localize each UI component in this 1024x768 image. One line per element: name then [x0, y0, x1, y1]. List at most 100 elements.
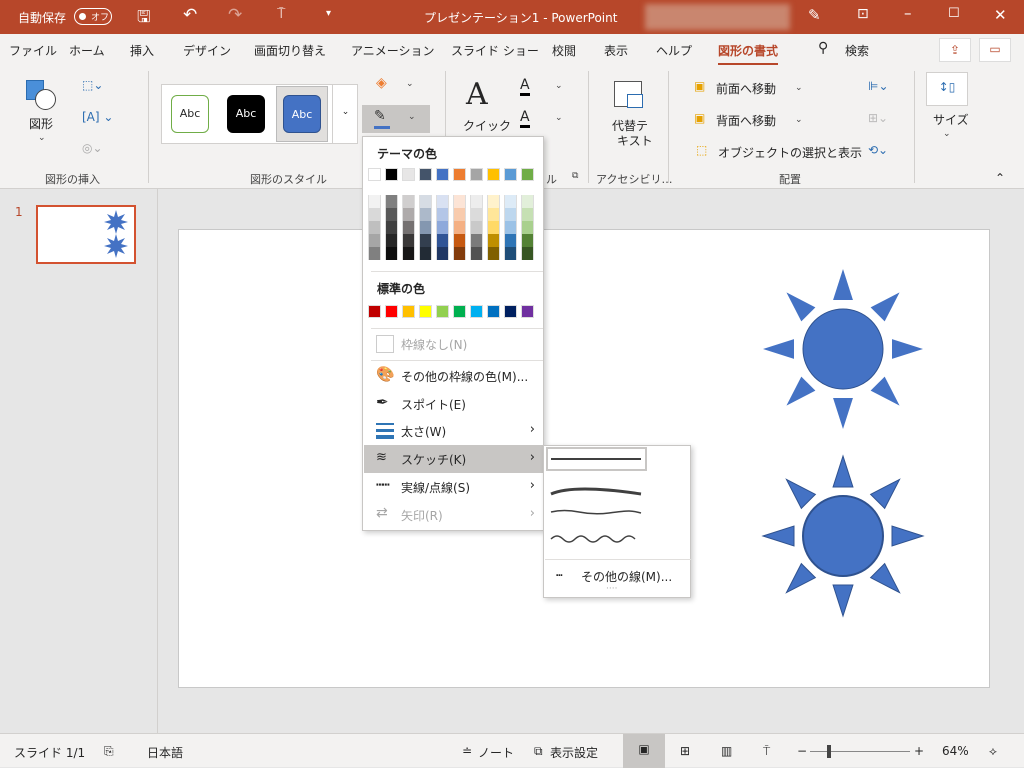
theme-shade-swatch[interactable] — [385, 195, 398, 208]
standard-color-swatch[interactable] — [436, 305, 449, 318]
theme-shade-swatch[interactable] — [487, 195, 500, 208]
theme-shade-swatch[interactable] — [368, 195, 381, 208]
menu-item-no-outline[interactable]: 枠線なし(N) — [364, 330, 543, 358]
tab-slideshow[interactable]: スライド ショー — [451, 42, 539, 59]
menu-item-more-colors[interactable]: 🎨 その他の枠線の色(M)... — [364, 362, 543, 390]
theme-shade-swatch[interactable] — [436, 221, 449, 234]
undo-icon[interactable]: ↶ — [183, 5, 197, 25]
more-lines-button[interactable]: その他の線(M)... — [581, 568, 672, 585]
standard-color-swatch[interactable] — [385, 305, 398, 318]
theme-shade-swatch[interactable] — [436, 208, 449, 221]
pen-icon[interactable]: ✎ — [808, 6, 821, 24]
merge-shapes-icon[interactable]: ◎⌄ — [82, 141, 103, 155]
display-settings-icon[interactable]: ⧉ — [534, 744, 543, 759]
size-button[interactable]: サイズ — [933, 111, 969, 128]
theme-shade-swatch[interactable] — [368, 221, 381, 234]
theme-shade-swatch[interactable] — [419, 208, 432, 221]
bring-forward-icon[interactable]: ▣ — [694, 79, 705, 93]
theme-shade-swatch[interactable] — [521, 247, 534, 260]
notes-button[interactable]: ノート — [478, 744, 514, 761]
comments-icon[interactable]: ▭ — [979, 38, 1011, 62]
zoom-in-button[interactable]: + — [914, 744, 924, 758]
standard-color-swatch[interactable] — [402, 305, 415, 318]
theme-shade-swatch[interactable] — [385, 234, 398, 247]
zoom-slider-thumb[interactable] — [826, 745, 831, 758]
slide-thumbnail[interactable] — [36, 205, 136, 264]
normal-view-icon[interactable]: ▣ — [623, 734, 665, 768]
theme-shade-swatch[interactable] — [521, 208, 534, 221]
tab-design[interactable]: デザイン — [183, 42, 231, 59]
theme-shade-swatch[interactable] — [402, 195, 415, 208]
quick-styles-label[interactable]: クイック — [463, 117, 511, 134]
rotate-icon[interactable]: ⟲⌄ — [868, 143, 888, 157]
theme-shade-swatch[interactable] — [453, 208, 466, 221]
group-objects-icon[interactable]: ⊞⌄ — [868, 111, 888, 125]
theme-color-swatch[interactable] — [436, 168, 449, 181]
shapes-icon[interactable] — [26, 80, 56, 112]
theme-shade-swatch[interactable] — [436, 247, 449, 260]
theme-color-swatch[interactable] — [402, 168, 415, 181]
theme-shade-swatch[interactable] — [436, 234, 449, 247]
theme-color-swatch[interactable] — [368, 168, 381, 181]
selection-pane-icon[interactable]: ⬚ — [696, 143, 707, 157]
theme-shade-swatch[interactable] — [436, 195, 449, 208]
theme-color-swatch[interactable] — [521, 168, 534, 181]
autosave-toggle[interactable]: オフ — [74, 8, 112, 25]
tab-insert[interactable]: 挿入 — [130, 42, 154, 59]
style-sample-blue[interactable]: Abc — [283, 95, 321, 133]
share-icon[interactable]: ⇪ — [939, 38, 971, 62]
theme-shade-swatch[interactable] — [419, 195, 432, 208]
theme-shade-swatch[interactable] — [504, 234, 517, 247]
sun-shape-sketch[interactable] — [761, 454, 925, 618]
tab-home[interactable]: ホーム — [69, 42, 105, 59]
theme-shade-swatch[interactable] — [453, 234, 466, 247]
theme-shade-swatch[interactable] — [521, 221, 534, 234]
shapes-label[interactable]: 図形 — [29, 115, 53, 132]
reading-view-icon[interactable]: ▥ — [721, 744, 732, 758]
align-icon[interactable]: ⊫⌄ — [868, 79, 889, 93]
theme-color-swatch[interactable] — [504, 168, 517, 181]
search-icon[interactable]: ⚲ — [818, 40, 828, 56]
theme-shade-swatch[interactable] — [368, 247, 381, 260]
notes-icon[interactable]: ≐ — [462, 744, 472, 758]
theme-shade-swatch[interactable] — [419, 247, 432, 260]
theme-shade-swatch[interactable] — [504, 195, 517, 208]
accessibility-check-icon[interactable]: ⎘ — [104, 744, 114, 759]
theme-shade-swatch[interactable] — [521, 195, 534, 208]
shape-outline-button[interactable]: ✎ ⌄ — [362, 105, 430, 133]
tab-animations[interactable]: アニメーション — [351, 42, 435, 59]
theme-shade-swatch[interactable] — [402, 221, 415, 234]
theme-color-swatch[interactable] — [419, 168, 432, 181]
theme-shade-swatch[interactable] — [487, 247, 500, 260]
present-icon[interactable]: ⍑ — [277, 6, 285, 22]
standard-color-swatch[interactable] — [368, 305, 381, 318]
bring-forward-button[interactable]: 前面へ移動 — [716, 80, 776, 97]
theme-shade-swatch[interactable] — [470, 208, 483, 221]
size-icon[interactable]: ↕▯ — [926, 72, 968, 106]
maximize-icon[interactable]: ☐ — [948, 6, 960, 21]
theme-shade-swatch[interactable] — [385, 208, 398, 221]
theme-shade-swatch[interactable] — [504, 221, 517, 234]
slideshow-view-icon[interactable]: ⍑ — [763, 744, 770, 759]
quick-styles-icon[interactable]: A — [466, 77, 488, 112]
theme-shade-swatch[interactable] — [402, 234, 415, 247]
style-sample-black[interactable]: Abc — [227, 95, 265, 133]
menu-item-dashes[interactable]: ┅┅ 実線/点線(S) › — [364, 473, 543, 501]
theme-shade-swatch[interactable] — [487, 208, 500, 221]
standard-color-swatch[interactable] — [487, 305, 500, 318]
theme-shade-swatch[interactable] — [368, 234, 381, 247]
customize-qat-icon[interactable]: ▾ — [326, 8, 331, 19]
theme-shade-swatch[interactable] — [504, 208, 517, 221]
send-backward-button[interactable]: 背面へ移動 — [716, 112, 776, 129]
theme-color-swatch[interactable] — [453, 168, 466, 181]
theme-shade-swatch[interactable] — [470, 221, 483, 234]
theme-shade-swatch[interactable] — [453, 221, 466, 234]
text-outline-icon[interactable]: A — [520, 109, 530, 128]
send-backward-icon[interactable]: ▣ — [694, 111, 705, 125]
theme-shade-swatch[interactable] — [521, 234, 534, 247]
menu-item-arrows[interactable]: ⇄ 矢印(R) › — [364, 501, 543, 529]
collapse-ribbon-icon[interactable]: ⌃ — [995, 171, 1005, 185]
selection-pane-button[interactable]: オブジェクトの選択と表示 — [718, 144, 862, 161]
tab-file[interactable]: ファイル — [9, 42, 57, 59]
dialog-launcher-icon[interactable]: ⧉ — [572, 171, 578, 181]
